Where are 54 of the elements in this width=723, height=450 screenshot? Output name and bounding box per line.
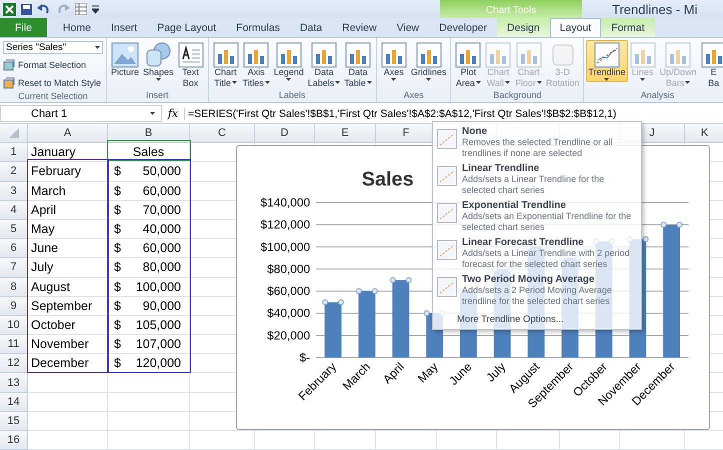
currency-symbol: $ (114, 241, 121, 256)
table-cell: Sales (108, 143, 190, 162)
axis-tick-label: $60,000 (267, 284, 310, 298)
table-cell: 40,000 (142, 222, 181, 236)
axis-tick-label: $40,000 (267, 306, 310, 320)
table-cell: October (28, 316, 108, 336)
table-cell: March (28, 182, 108, 201)
table-cell: 105,000 (136, 318, 181, 332)
group-label: Axes (402, 89, 425, 102)
table-cell: 60,000 (142, 184, 181, 198)
currency-symbol: $ (114, 202, 121, 217)
currency-symbol: $ (114, 337, 121, 352)
currency-symbol: $ (114, 164, 121, 178)
currency-symbol: $ (114, 318, 121, 332)
currency-symbol: $ (114, 260, 121, 274)
table-cell: June (28, 239, 108, 258)
currency-symbol: $ (114, 222, 121, 236)
table-cell: 70,000 (142, 202, 181, 217)
table-cell: December (28, 354, 108, 374)
axis-tick-label: $120,000 (260, 218, 310, 232)
table-cell: 80,000 (142, 260, 181, 274)
table-cell: 50,000 (142, 164, 181, 178)
table-cell: 60,000 (142, 241, 181, 256)
group-label: Labels (278, 89, 306, 102)
table-cell: July (28, 258, 108, 278)
group-label: Current Selection (17, 90, 89, 102)
table-cell: 120,000 (136, 356, 181, 370)
table-cell: April (28, 200, 108, 220)
currency-symbol: $ (114, 280, 121, 294)
group-label: Insert (145, 89, 170, 102)
table-cell: November (28, 335, 108, 354)
currency-symbol: $ (114, 184, 121, 198)
category-label: July (484, 360, 508, 385)
table-cell: January (28, 143, 108, 162)
axis-tick-label: $140,000 (260, 196, 310, 210)
table-cell: September (28, 296, 108, 316)
table-cell: 90,000 (142, 298, 181, 313)
chart-tools-label: Chart Tools (486, 5, 536, 18)
group-label: Background (492, 89, 542, 102)
axis-tick-label: $80,000 (267, 262, 310, 276)
table-cell: 107,000 (136, 337, 181, 352)
table-cell: August (28, 278, 108, 297)
axis-tick-label: $100,000 (260, 240, 310, 254)
group-label: Analysis (640, 89, 676, 102)
category-label: May (414, 360, 441, 386)
table-cell: May (28, 220, 108, 240)
window-title: Trendlines - Mi (612, 2, 698, 16)
axis-tick-label: $20,000 (267, 328, 310, 342)
table-cell: 100,000 (136, 280, 181, 294)
table-cell: February (28, 162, 108, 182)
axis-tick-label: $- (300, 350, 310, 364)
currency-symbol: $ (114, 298, 121, 313)
currency-symbol: $ (114, 356, 121, 370)
chart-title: Sales (362, 168, 414, 191)
